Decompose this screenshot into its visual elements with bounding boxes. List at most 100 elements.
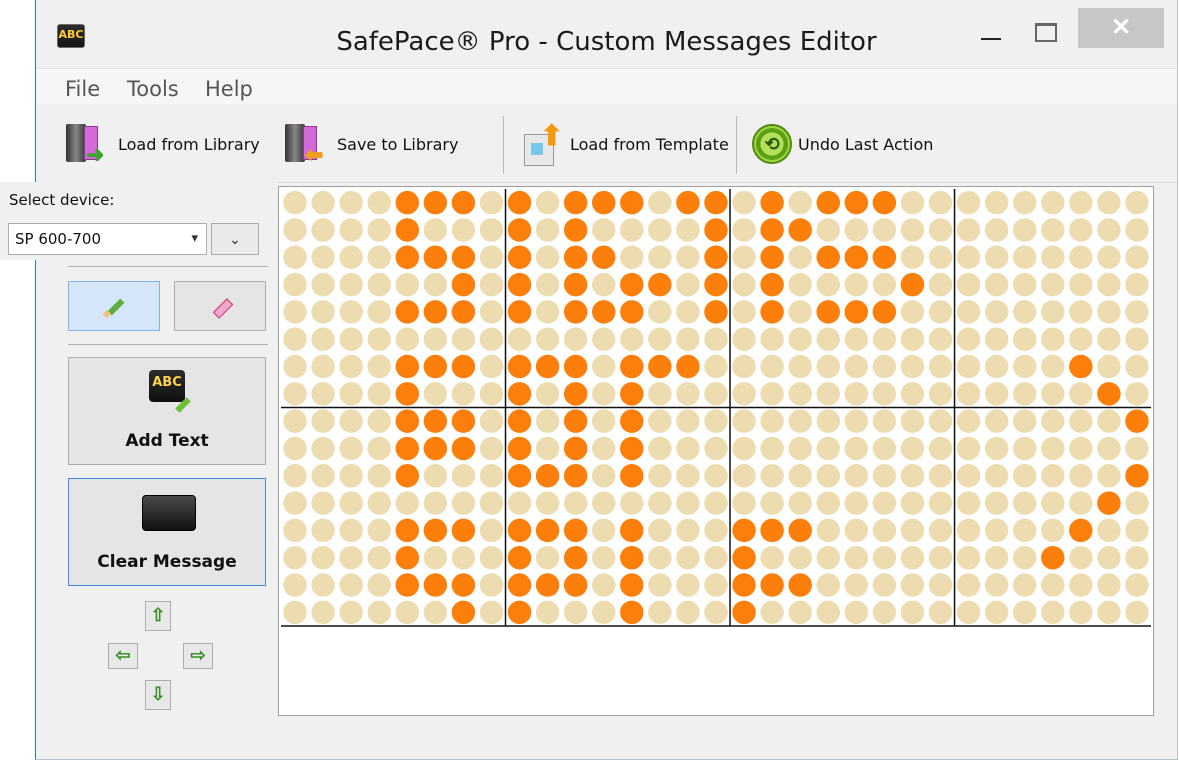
led-pixel-off[interactable] [928,518,953,543]
led-pixel-off[interactable] [367,300,391,324]
led-pixel-on[interactable] [732,573,756,597]
led-pixel-on[interactable] [620,518,644,543]
led-pixel-off[interactable] [732,382,756,406]
led-pixel-off[interactable] [676,573,700,597]
led-pixel-on[interactable] [732,518,756,543]
led-pixel-on[interactable] [423,409,448,433]
led-pixel-off[interactable] [479,491,504,515]
led-pixel-off[interactable] [1097,600,1121,625]
led-pixel-off[interactable] [1012,436,1037,461]
led-pixel-off[interactable] [984,300,1009,324]
led-pixel-off[interactable] [507,491,532,515]
save-to-library-button[interactable]: ⬅ Save to Library [281,116,458,172]
led-pixel-off[interactable] [591,354,616,379]
led-pixel-off[interactable] [283,491,307,515]
led-pixel-off[interactable] [648,573,672,597]
led-pixel-on[interactable] [760,218,784,242]
led-pixel-off[interactable] [816,573,841,597]
shift-down-button[interactable]: ⇩ [145,680,171,710]
led-pixel-off[interactable] [451,545,476,570]
led-pixel-off[interactable] [479,300,504,324]
led-pixel-off[interactable] [732,409,756,433]
led-pixel-off[interactable] [956,245,981,270]
led-pixel-off[interactable] [1041,464,1065,488]
led-pixel-on[interactable] [760,190,784,215]
led-pixel-off[interactable] [984,491,1009,515]
led-pixel-off[interactable] [535,409,560,433]
led-pixel-on[interactable] [704,300,728,324]
led-pixel-off[interactable] [535,600,560,625]
led-pixel-off[interactable] [872,218,897,242]
led-pixel-off[interactable] [311,327,335,351]
led-pixel-off[interactable] [339,300,363,324]
led-pixel-on[interactable] [591,190,616,215]
led-pixel-off[interactable] [311,573,335,597]
led-pixel-off[interactable] [1069,409,1093,433]
shift-left-button[interactable]: ⇦ [108,643,138,669]
led-pixel-off[interactable] [900,491,925,515]
led-pixel-off[interactable] [283,300,307,324]
led-pixel-off[interactable] [1012,300,1037,324]
led-pixel-on[interactable] [816,190,841,215]
led-pixel-off[interactable] [676,300,700,324]
led-pixel-off[interactable] [339,327,363,351]
shift-up-button[interactable]: ⇧ [145,601,171,631]
led-pixel-off[interactable] [788,354,812,379]
led-pixel-on[interactable] [620,382,644,406]
led-pixel-on[interactable] [844,245,869,270]
led-pixel-on[interactable] [563,573,588,597]
led-pixel-off[interactable] [451,382,476,406]
led-pixel-off[interactable] [732,272,756,297]
led-pixel-off[interactable] [367,382,391,406]
led-pixel-off[interactable] [816,409,841,433]
led-pixel-off[interactable] [339,600,363,625]
led-pixel-on[interactable] [451,354,476,379]
led-pixel-on[interactable] [563,245,588,270]
led-pixel-off[interactable] [844,382,869,406]
led-pixel-off[interactable] [367,436,391,461]
led-pixel-on[interactable] [563,272,588,297]
led-pixel-off[interactable] [844,327,869,351]
led-pixel-off[interactable] [984,573,1009,597]
led-pixel-off[interactable] [1097,436,1121,461]
led-pixel-on[interactable] [676,190,700,215]
led-pixel-off[interactable] [311,464,335,488]
led-pixel-off[interactable] [648,409,672,433]
led-pixel-on[interactable] [563,190,588,215]
led-pixel-off[interactable] [1069,573,1093,597]
led-pixel-off[interactable] [928,382,953,406]
led-pixel-off[interactable] [1069,327,1093,351]
led-pixel-off[interactable] [1012,409,1037,433]
led-pixel-off[interactable] [956,518,981,543]
led-pixel-off[interactable] [1069,545,1093,570]
led-pixel-off[interactable] [732,300,756,324]
led-pixel-off[interactable] [760,464,784,488]
led-pixel-off[interactable] [507,327,532,351]
led-pixel-off[interactable] [1069,436,1093,461]
led-pixel-off[interactable] [283,436,307,461]
led-pixel-on[interactable] [788,518,812,543]
led-pixel-off[interactable] [283,218,307,242]
led-pixel-off[interactable] [535,327,560,351]
led-pixel-off[interactable] [591,518,616,543]
led-pixel-on[interactable] [788,218,812,242]
led-pixel-off[interactable] [788,245,812,270]
led-pixel-off[interactable] [1041,409,1065,433]
led-pixel-on[interactable] [872,190,897,215]
led-pixel-off[interactable] [984,272,1009,297]
led-pixel-off[interactable] [676,218,700,242]
led-pixel-on[interactable] [395,245,420,270]
led-pixel-on[interactable] [563,354,588,379]
led-pixel-off[interactable] [704,409,728,433]
led-pixel-on[interactable] [395,436,420,461]
led-pixel-off[interactable] [451,218,476,242]
led-pixel-off[interactable] [479,190,504,215]
led-pixel-off[interactable] [283,464,307,488]
led-pixel-off[interactable] [367,327,391,351]
led-pixel-on[interactable] [395,464,420,488]
led-pixel-off[interactable] [704,491,728,515]
led-pixel-off[interactable] [311,218,335,242]
led-pixel-off[interactable] [535,436,560,461]
led-pixel-off[interactable] [395,600,420,625]
led-pixel-off[interactable] [479,218,504,242]
